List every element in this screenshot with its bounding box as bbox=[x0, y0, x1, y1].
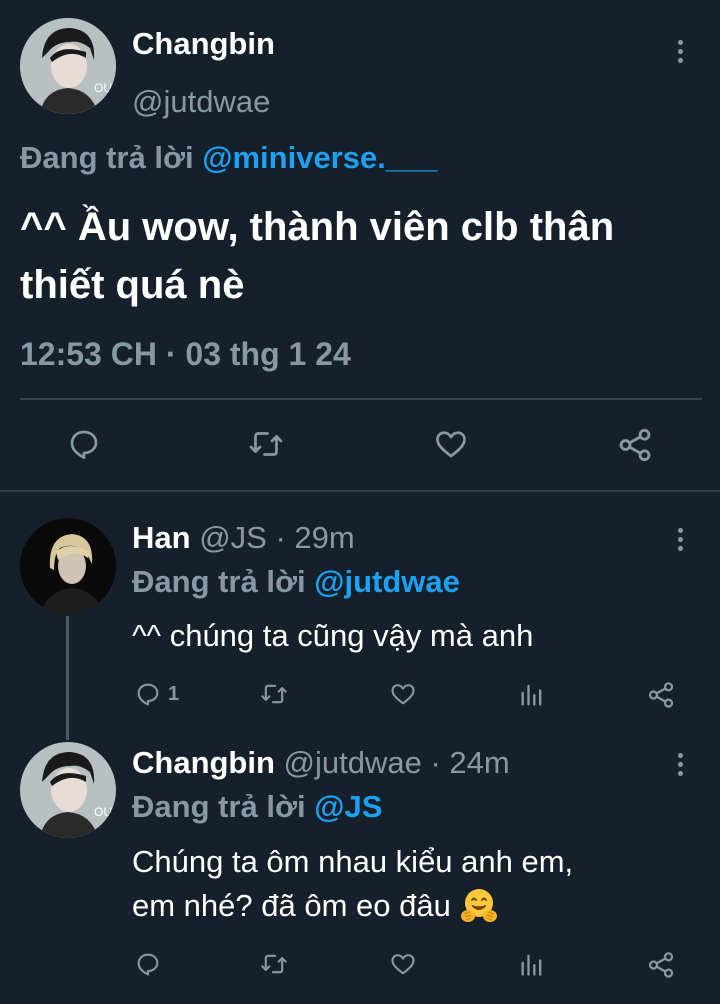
replying-prefix: Đang trả lời bbox=[132, 789, 306, 824]
share-icon bbox=[648, 682, 674, 708]
share-button[interactable] bbox=[616, 426, 654, 464]
share-button[interactable] bbox=[646, 950, 676, 980]
author-handle[interactable]: @jutdwae bbox=[132, 84, 270, 120]
main-tweet: OU Changbin @jutdwae Đang trả lời @miniv… bbox=[0, 0, 720, 490]
author-handle[interactable]: @jutdwae bbox=[284, 745, 422, 780]
reply-button[interactable]: 1 bbox=[134, 680, 179, 708]
svg-text:OU: OU bbox=[94, 805, 112, 819]
more-options-icon[interactable] bbox=[670, 524, 690, 554]
replying-prefix: Đang trả lời bbox=[20, 140, 194, 175]
like-icon bbox=[436, 431, 466, 458]
replying-to: Đang trả lời @miniverse.___ bbox=[20, 140, 438, 176]
retweet-icon bbox=[249, 432, 283, 456]
tweet-timestamp[interactable]: 12:53 CH · 03 thg 1 24 bbox=[20, 336, 351, 373]
avatar[interactable]: OU bbox=[20, 742, 116, 838]
tweet-text: ^^ chúng ta cũng vậy mà anh bbox=[132, 618, 534, 653]
replying-prefix: Đang trả lời bbox=[132, 564, 306, 599]
replying-to: Đang trả lời @JS bbox=[132, 789, 382, 825]
like-button[interactable] bbox=[388, 950, 418, 978]
section-divider bbox=[0, 490, 720, 492]
reply-icon bbox=[137, 953, 159, 976]
like-button[interactable] bbox=[432, 426, 470, 462]
author-handle[interactable]: @JS bbox=[199, 520, 267, 555]
reply-icon bbox=[137, 683, 159, 706]
retweet-icon bbox=[261, 684, 287, 704]
tweet-text-content: em nhé? đã ôm eo đâu bbox=[132, 888, 451, 923]
analytics-button[interactable] bbox=[518, 950, 546, 978]
svg-text:OU: OU bbox=[94, 81, 112, 95]
hugging-face-emoji bbox=[460, 889, 497, 922]
like-icon bbox=[391, 954, 415, 975]
author-name[interactable]: Changbin bbox=[132, 745, 275, 780]
thread-line bbox=[66, 616, 69, 740]
share-button[interactable] bbox=[646, 680, 676, 710]
analytics-icon bbox=[521, 684, 542, 706]
reply-icon bbox=[70, 430, 98, 459]
reply-button[interactable] bbox=[66, 426, 102, 462]
analytics-button[interactable] bbox=[518, 680, 546, 708]
replying-to-link[interactable]: @JS bbox=[314, 789, 382, 824]
retweet-button[interactable] bbox=[258, 950, 290, 978]
replying-to-link[interactable]: @jutdwae bbox=[314, 564, 460, 599]
more-options-icon[interactable] bbox=[670, 749, 690, 779]
tweet-text: Chúng ta ôm nhau kiểu anh em, em nhé? đã… bbox=[132, 840, 573, 928]
replying-to-link[interactable]: @miniverse.___ bbox=[202, 140, 437, 175]
tweet-text-line-2: em nhé? đã ôm eo đâu bbox=[132, 884, 573, 928]
share-icon bbox=[648, 952, 674, 978]
tweet-text-line: Chúng ta ôm nhau kiểu anh em, bbox=[132, 844, 574, 879]
reply-header: Han @JS · 29m bbox=[132, 520, 355, 556]
reply-count: 1 bbox=[168, 682, 180, 705]
author-name[interactable]: Changbin bbox=[132, 26, 275, 62]
retweet-button[interactable] bbox=[258, 680, 290, 708]
avatar[interactable] bbox=[20, 518, 116, 614]
divider bbox=[20, 398, 702, 400]
replying-to: Đang trả lời @jutdwae bbox=[132, 564, 460, 600]
retweet-button[interactable] bbox=[246, 426, 286, 462]
share-icon bbox=[619, 428, 651, 462]
tweet-text: ^^ Ầu wow, thành viên clb thân thiết quá… bbox=[20, 205, 615, 307]
retweet-icon bbox=[261, 954, 287, 974]
like-icon bbox=[391, 684, 415, 705]
more-options-icon[interactable] bbox=[670, 36, 690, 66]
reply-header: Changbin @jutdwae · 24m bbox=[132, 745, 510, 781]
like-button[interactable] bbox=[388, 680, 418, 708]
reply-time[interactable]: · 24m bbox=[431, 745, 510, 780]
author-name[interactable]: Han bbox=[132, 520, 191, 555]
avatar[interactable]: OU bbox=[20, 18, 116, 114]
reply-button[interactable] bbox=[134, 950, 162, 978]
analytics-icon bbox=[521, 954, 542, 976]
reply-time[interactable]: · 29m bbox=[275, 520, 354, 555]
